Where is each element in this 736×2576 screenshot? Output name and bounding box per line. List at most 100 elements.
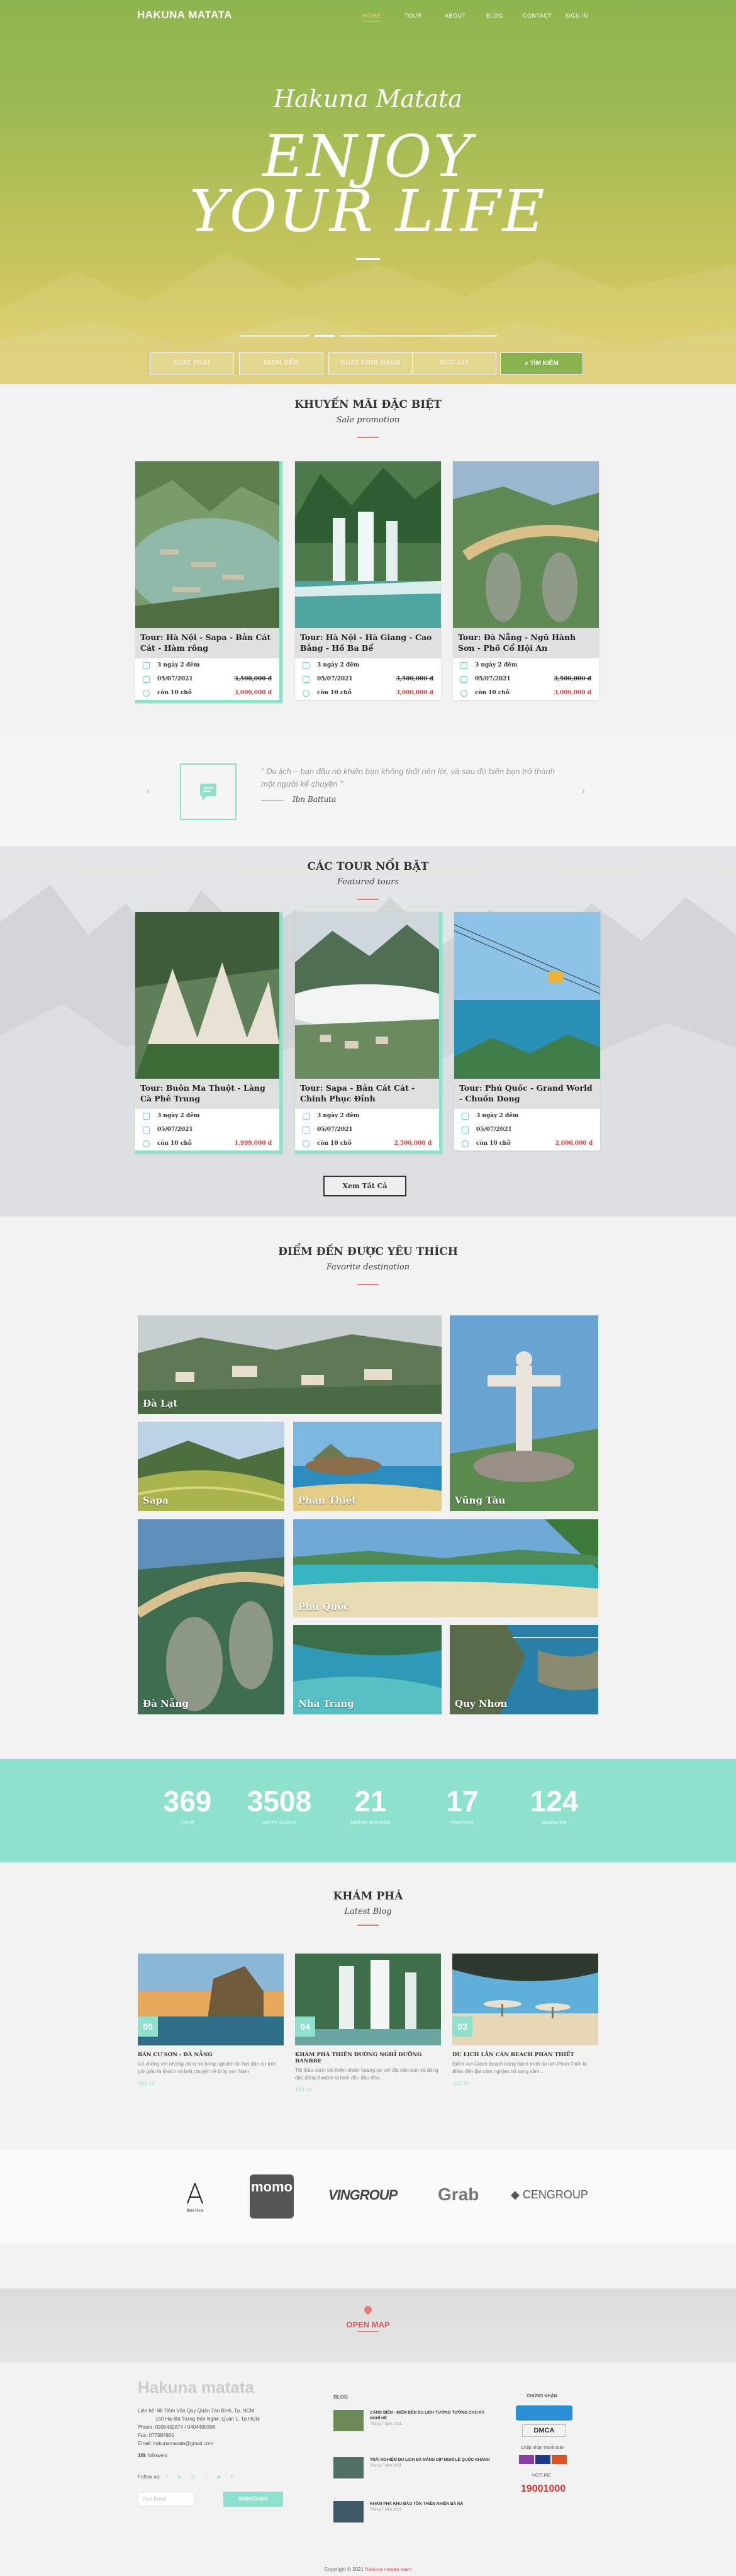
stat-members: 124 MEMBERS xyxy=(530,1785,579,1825)
blog-post-title[interactable]: KHÁM PHÁ THIÊN ĐƯỜNG NGHỈ DƯỠNG BANBRE xyxy=(295,2052,441,2064)
brand-logo[interactable]: HAKUNA MATATA xyxy=(137,9,232,21)
new-price: 3,000,000 đ xyxy=(396,690,433,696)
blog-date-badge: 04 xyxy=(295,2016,315,2037)
destination-vungtau[interactable]: Vũng Tàu xyxy=(450,1315,598,1511)
nav-blog[interactable]: BLOG xyxy=(486,13,503,19)
filter-start-date[interactable]: NGÀY KHỞI HÀNH xyxy=(328,352,413,374)
partner-cengroup[interactable]: ◆ CENGROUP xyxy=(511,2188,588,2202)
search-button-label: TÌM KIẾM xyxy=(530,360,559,367)
blog-title: KHÁM PHÁ xyxy=(333,1890,403,1903)
destination-sapa[interactable]: Sapa xyxy=(138,1422,284,1511)
tour-title[interactable]: Tour: Hà Nội - Hà Giang - Cao Bằng - Hồ … xyxy=(295,628,441,658)
tour-duration-row: 3 ngày 2 đêm xyxy=(295,658,441,672)
nav-tour[interactable]: TOUR xyxy=(404,13,421,19)
slider-indicator[interactable] xyxy=(240,335,309,337)
filter-price[interactable]: MỨC GIÁ xyxy=(412,352,496,374)
partner-momo[interactable]: momo xyxy=(250,2174,294,2219)
filter-departure[interactable]: XUẤT PHÁT xyxy=(150,352,234,374)
map-divider xyxy=(357,2331,379,2332)
hero-divider xyxy=(356,258,380,260)
tour-date-row: 05/07/2021 3,500,000 đ xyxy=(135,672,279,686)
slider-indicator-active[interactable] xyxy=(315,335,335,337)
subscribe-button[interactable]: SUBSCRIBE xyxy=(223,2492,283,2507)
cert-heading: CHỨNG NHẬN xyxy=(527,2394,557,2399)
partner-vingroup[interactable]: VINGROUP xyxy=(328,2187,398,2203)
destination-label: Sapa xyxy=(143,1495,169,1506)
destination-dalat[interactable]: Đà Lạt xyxy=(138,1315,442,1414)
tour-title[interactable]: Tour: Sapa - Bản Cát Cát - Chinh Phục Đỉ… xyxy=(295,1079,439,1109)
destination-phanthiet[interactable]: Phan Thiết xyxy=(293,1422,442,1511)
promo-card[interactable]: Tour: Đà Nẵng - Ngũ Hành Sơn - Phố Cổ Hộ… xyxy=(453,461,599,700)
view-all-button[interactable]: Xem Tất Cả xyxy=(323,1176,406,1196)
blog-post[interactable]: 05 BÁN CƯ SƠN - ĐÀ NẴNG Có chồng với nhữ… xyxy=(138,1954,284,2086)
destination-phuquoc[interactable]: Phú Quốc xyxy=(293,1519,598,1617)
calendar-icon xyxy=(462,1112,469,1120)
stat-tour: 369 TOUR xyxy=(163,1785,212,1825)
seat-icon xyxy=(303,1140,309,1147)
nav-home[interactable]: HOME xyxy=(362,13,381,21)
footer-blog-item[interactable]: TRẢI NGHIỆM DU LỊCH ĐÀ NẴNG DỊP NGHỈ LỄ … xyxy=(333,2457,491,2478)
destination-label: Phan Thiết xyxy=(298,1495,357,1506)
tour-duration-row: 3 ngày 2 đêm xyxy=(135,1109,279,1123)
partners-section: Bela Vista momo VINGROUP Grab ◆ CENGROUP xyxy=(0,2149,736,2244)
footer-blog-thumb xyxy=(333,2457,364,2478)
hotline-number[interactable]: 19001000 xyxy=(521,2483,566,2495)
blog-image: 03 xyxy=(452,1954,598,2045)
quote-section: ‹ › " Du lịch – ban đầu nó khiến bạn khô… xyxy=(0,735,736,845)
promo-card[interactable]: Tour: Hà Nội - Hà Giang - Cao Bằng - Hồ … xyxy=(295,461,441,700)
seat-icon xyxy=(460,689,467,697)
dmca-badge[interactable]: DMCA xyxy=(522,2424,566,2437)
footer-contact: Liên hệ: 88 Tiệm Vân Quy Quận Tân Bình, … xyxy=(138,2408,260,2458)
subscribe-input[interactable]: Your Email xyxy=(138,2492,194,2507)
tour-title[interactable]: Tour: Phú Quốc - Grand World - Chuồn Don… xyxy=(454,1079,600,1109)
slider-indicator[interactable] xyxy=(340,335,497,337)
nav-about[interactable]: ABOUT xyxy=(445,13,466,19)
tour-title[interactable]: Tour: Hà Nội - Sapa - Bản Cát Cát - Hàm … xyxy=(135,628,279,658)
partner-grab[interactable]: Grab xyxy=(438,2185,479,2205)
blog-post-title[interactable]: DU LỊCH LÂN CÁN BEACH PHAN THIẾT xyxy=(452,2052,598,2058)
social-icons[interactable]: f ✉ ◎ ♡ ▶ ✆ xyxy=(167,2474,238,2480)
stat-happy-client: 3508 HAPPY CLIENT xyxy=(247,1785,312,1825)
search-button[interactable]: ⌕ TÌM KIẾM xyxy=(500,352,583,374)
blog-post-meta: 10/1 10 xyxy=(138,2081,155,2086)
destination-nhatrang[interactable]: Nha Trang xyxy=(293,1625,442,1714)
tour-date-row: 05/07/2021 3,500,000 đ xyxy=(453,672,599,686)
promo-card[interactable]: Tour: Hà Nội - Sapa - Bản Cát Cát - Hàm … xyxy=(135,461,282,703)
open-map-button[interactable]: OPEN MAP xyxy=(0,2320,736,2329)
blog-post-desc: Có chồng với những chứa và bóng nghiêm t… xyxy=(138,2061,277,2074)
filter-destination[interactable]: ĐIỂM ĐẾN xyxy=(239,352,323,374)
nav-sign-in[interactable]: SIGN IN xyxy=(565,13,588,19)
quote-author: Ibn Battuta xyxy=(293,795,337,804)
destination-danang[interactable]: Đà Nẵng xyxy=(138,1519,284,1714)
destination-label: Nha Trang xyxy=(298,1698,354,1709)
calendar-icon xyxy=(303,1112,309,1120)
clock-icon xyxy=(303,675,309,683)
footer-blog-item[interactable]: KHÁM PHÁ KHU BẢO TỒN THIÊN NHIÊN BÀ NÀ T… xyxy=(333,2501,491,2523)
blog-post[interactable]: 04 KHÁM PHÁ THIÊN ĐƯỜNG NGHỈ DƯỠNG BANBR… xyxy=(295,1954,441,2093)
clock-icon xyxy=(462,1126,469,1133)
payment-heading: Chấp nhận thanh toán xyxy=(521,2446,565,2450)
featured-card[interactable]: Tour: Phú Quốc - Grand World - Chuồn Don… xyxy=(454,912,600,1150)
chevron-left-icon[interactable]: ‹ xyxy=(147,785,150,796)
partner-bela-vista[interactable]: Bela Vista xyxy=(176,2181,214,2213)
tour-title[interactable]: Tour: Buôn Ma Thuột - Làng Cà Phê Trung xyxy=(135,1079,279,1109)
tour-image-golden-bridge xyxy=(453,461,599,628)
tour-image-phuquoc xyxy=(454,912,600,1079)
destination-quynhon[interactable]: Quy Nhơn xyxy=(450,1625,598,1714)
footer-blog-item[interactable]: CẢNG BIỂN - ĐIỂM ĐẾN DU LỊCH TƯƠNG TƯỞNG… xyxy=(333,2410,491,2431)
map-pin-icon xyxy=(362,2304,374,2315)
tour-duration-row: 3 ngày 2 đêm xyxy=(295,1109,439,1123)
clock-icon xyxy=(460,675,467,683)
old-price: 3,500,000 đ xyxy=(396,676,433,682)
tour-title[interactable]: Tour: Đà Nẵng - Ngũ Hành Sơn - Phố Cổ Hộ… xyxy=(453,628,599,658)
clock-icon xyxy=(303,1126,309,1133)
chevron-right-icon[interactable]: › xyxy=(582,785,585,796)
hotline-heading: HOTLINE xyxy=(532,2473,552,2478)
blog-post[interactable]: 03 DU LỊCH LÂN CÁN BEACH PHAN THIẾT Điểm… xyxy=(452,1954,598,2086)
featured-card[interactable]: Tour: Buôn Ma Thuột - Làng Cà Phê Trung … xyxy=(135,912,282,1154)
featured-section: CÁC TOUR NỔI BẬT Featured tours Tour: Bu… xyxy=(0,846,736,1217)
gov-certified-badge[interactable] xyxy=(516,2405,572,2421)
featured-card[interactable]: Tour: Sapa - Bản Cát Cát - Chinh Phục Đỉ… xyxy=(295,912,442,1154)
blog-post-title[interactable]: BÁN CƯ SƠN - ĐÀ NẴNG xyxy=(138,2052,284,2058)
nav-contact[interactable]: CONTACT xyxy=(523,13,552,19)
